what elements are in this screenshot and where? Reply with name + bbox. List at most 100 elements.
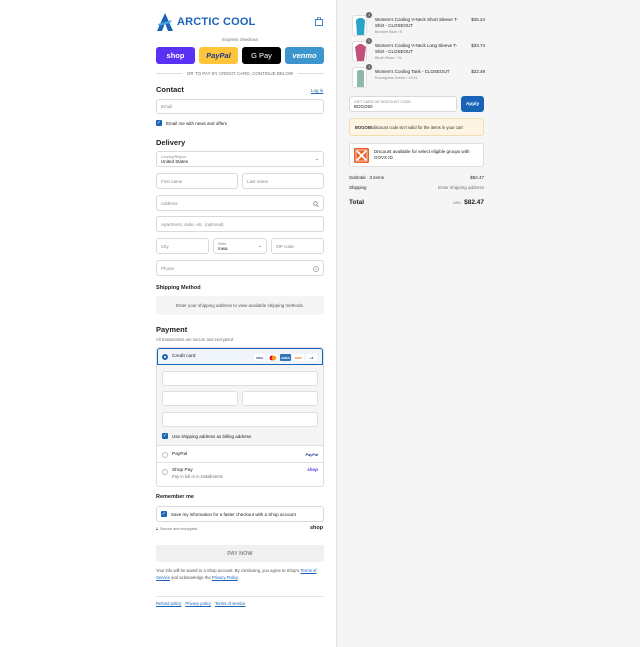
apartment-field[interactable]: Apartment, suite, etc. (optional) xyxy=(156,216,324,232)
remember-me-checkbox[interactable]: ✓ xyxy=(161,511,167,517)
shipping-method-heading: Shipping Method xyxy=(156,285,201,291)
security-code-field[interactable] xyxy=(242,391,318,406)
google-pay-express-button[interactable]: G Pay xyxy=(242,47,281,64)
pay-now-button[interactable]: PAY NOW xyxy=(156,545,324,562)
newsletter-checkbox[interactable]: ✓ xyxy=(156,120,162,126)
paypal-radio[interactable] xyxy=(162,451,168,458)
item-details: Women's Cooling Tank - CLOSEOUT Eucalypt… xyxy=(375,69,463,81)
shop-pay-option[interactable]: Shop Pay Pay in full or in installments … xyxy=(157,464,323,486)
divider-line xyxy=(298,73,324,74)
state-select[interactable]: State Iowa ⌄ xyxy=(213,238,267,254)
address-field[interactable]: Address xyxy=(156,195,324,211)
shop-pay-label: Shop Pay xyxy=(172,468,193,473)
or-divider: OR TO PAY BY CREDIT CARD, CONTINUE BELOW xyxy=(156,70,324,77)
item-name: Women's Cooling Tank - CLOSEOUT xyxy=(375,69,450,74)
shop-privacy-link[interactable]: Privacy Policy xyxy=(212,575,238,580)
venmo-express-button[interactable]: venmo xyxy=(285,47,324,64)
refund-policy-link[interactable]: Refund policy xyxy=(156,601,181,606)
shipping-label: Shipping xyxy=(349,185,367,190)
amex-icon: AMEX xyxy=(280,354,291,361)
total-row: Total USD $82.47 xyxy=(349,199,484,206)
govx-banner[interactable]: Discount available for select eligible g… xyxy=(349,143,484,167)
item-name: Women's Cooling V-Neck Short Sleeve T-Sh… xyxy=(375,17,458,28)
remember-me-box[interactable]: ✓ Save my information for a faster check… xyxy=(156,506,324,522)
product-thumbnail xyxy=(352,67,367,88)
quantity-badge: 1 xyxy=(366,12,372,18)
express-checkout-buttons: shop PayPal G Pay venmo xyxy=(156,47,324,64)
contact-heading: Contact xyxy=(156,85,184,94)
apartment-placeholder: Apartment, suite, etc. (optional) xyxy=(161,221,224,227)
credit-card-option[interactable]: Credit card VISA AMEX DISC +4 xyxy=(157,348,323,365)
billing-same-label: Use shipping address as billing address xyxy=(172,433,252,439)
paypal-express-button[interactable]: PayPal xyxy=(199,47,238,64)
legal-text-a: Your info will be saved to a Shop accoun… xyxy=(156,568,301,573)
secure-encrypted: 🔒︎ Secure and encrypted xyxy=(156,527,197,531)
more-cards-badge: +4 xyxy=(306,354,317,361)
shop-logo: shop xyxy=(310,525,324,531)
expiration-date-field[interactable] xyxy=(162,391,238,406)
payment-subtitle: All transactions are secure and encrypte… xyxy=(156,337,235,342)
credit-card-radio[interactable] xyxy=(162,353,168,360)
paypal-logo: PayPal xyxy=(305,452,318,457)
billing-same-checkbox[interactable]: ✓ xyxy=(162,433,168,439)
shop-pay-radio[interactable] xyxy=(162,469,168,475)
credit-card-form: ✓ Use shipping address as billing addres… xyxy=(157,365,323,446)
shopping-bag-icon[interactable] xyxy=(315,17,323,26)
discover-icon: DISC xyxy=(293,354,304,361)
first-name-field[interactable]: First name xyxy=(156,173,238,189)
item-variant: Eucalyptus Green / XXXL xyxy=(375,76,419,80)
login-link[interactable]: Log in xyxy=(311,88,323,93)
last-name-placeholder: Last name xyxy=(247,178,269,184)
last-name-field[interactable]: Last name xyxy=(242,173,324,189)
credit-card-label: Credit card xyxy=(172,354,196,359)
email-field[interactable]: Email xyxy=(156,99,324,114)
quantity-badge: 1 xyxy=(366,38,372,44)
product-thumbnail xyxy=(352,15,367,36)
discount-error-code: BOGO50 xyxy=(355,124,373,130)
item-price: $26.24 xyxy=(471,17,485,22)
arctic-cool-logo-icon xyxy=(157,13,173,31)
help-circle-icon[interactable]: ? xyxy=(313,266,319,272)
city-field[interactable]: City xyxy=(156,238,209,254)
city-placeholder: City xyxy=(161,243,169,249)
paypal-option[interactable]: PayPal PayPal xyxy=(157,447,323,463)
chevron-down-icon: ⌄ xyxy=(314,156,319,162)
name-on-card-field[interactable] xyxy=(162,412,318,427)
address-placeholder: Address xyxy=(161,200,178,206)
footer-links: Refund policy Privacy policy Terms of se… xyxy=(156,601,245,606)
zip-field[interactable]: ZIP code xyxy=(271,238,324,254)
cart-item: 1 Women's Cooling V-Neck Short Sleeve T-… xyxy=(352,12,485,36)
total-amount-wrap: USD $82.47 xyxy=(453,199,484,206)
payment-options: Credit card VISA AMEX DISC +4 ✓ Use ship… xyxy=(156,347,324,487)
phone-placeholder: Phone xyxy=(161,265,175,271)
express-checkout-label: Express checkout xyxy=(222,37,258,42)
legal-text-c: . xyxy=(237,575,239,580)
discount-error-banner: BOGO50 discount code isn't valid for the… xyxy=(349,118,484,136)
shop-pay-sublabel: Pay in full or in installments xyxy=(172,474,223,479)
newsletter-option[interactable]: ✓ Email me with news and offers xyxy=(156,120,227,126)
shop-pay-express-button[interactable]: shop xyxy=(156,47,195,64)
quantity-badge: 1 xyxy=(366,64,372,70)
privacy-policy-link[interactable]: Privacy policy xyxy=(185,601,211,606)
card-number-field[interactable] xyxy=(162,371,318,386)
remember-me-label: Save my information for a faster checkou… xyxy=(171,511,296,517)
first-name-placeholder: First name xyxy=(161,178,183,184)
brand-logo[interactable]: ARCTIC COOL xyxy=(156,12,256,32)
discount-code-field[interactable]: GIFT CARD OR DISCOUNT CODE BOGO50 xyxy=(349,96,457,112)
shop-pay-text: Shop Pay Pay in full or in installments xyxy=(172,468,223,479)
country-select[interactable]: Country/Region United States ⌄ xyxy=(156,151,324,167)
item-details: Women's Cooling V-Neck Short Sleeve T-Sh… xyxy=(375,17,463,35)
terms-of-service-link[interactable]: Terms of service xyxy=(215,601,245,606)
cart-item: 1 Women's Cooling V-Neck Long Sleeve T-S… xyxy=(352,38,485,62)
billing-same-option[interactable]: ✓ Use shipping address as billing addres… xyxy=(162,433,251,439)
payment-heading: Payment xyxy=(156,325,188,334)
cart-item: 1 Women's Cooling Tank - CLOSEOUT Eucaly… xyxy=(352,64,485,88)
divider-line xyxy=(156,73,182,74)
apply-discount-button[interactable]: Apply xyxy=(461,96,484,112)
product-thumbnail xyxy=(352,41,367,62)
or-divider-label: OR TO PAY BY CREDIT CARD, CONTINUE BELOW xyxy=(186,71,294,76)
phone-field[interactable]: Phone ? xyxy=(156,260,324,276)
item-price: $22.49 xyxy=(471,69,485,74)
country-value: United States xyxy=(161,158,189,164)
paypal-label: PayPal xyxy=(172,452,188,457)
